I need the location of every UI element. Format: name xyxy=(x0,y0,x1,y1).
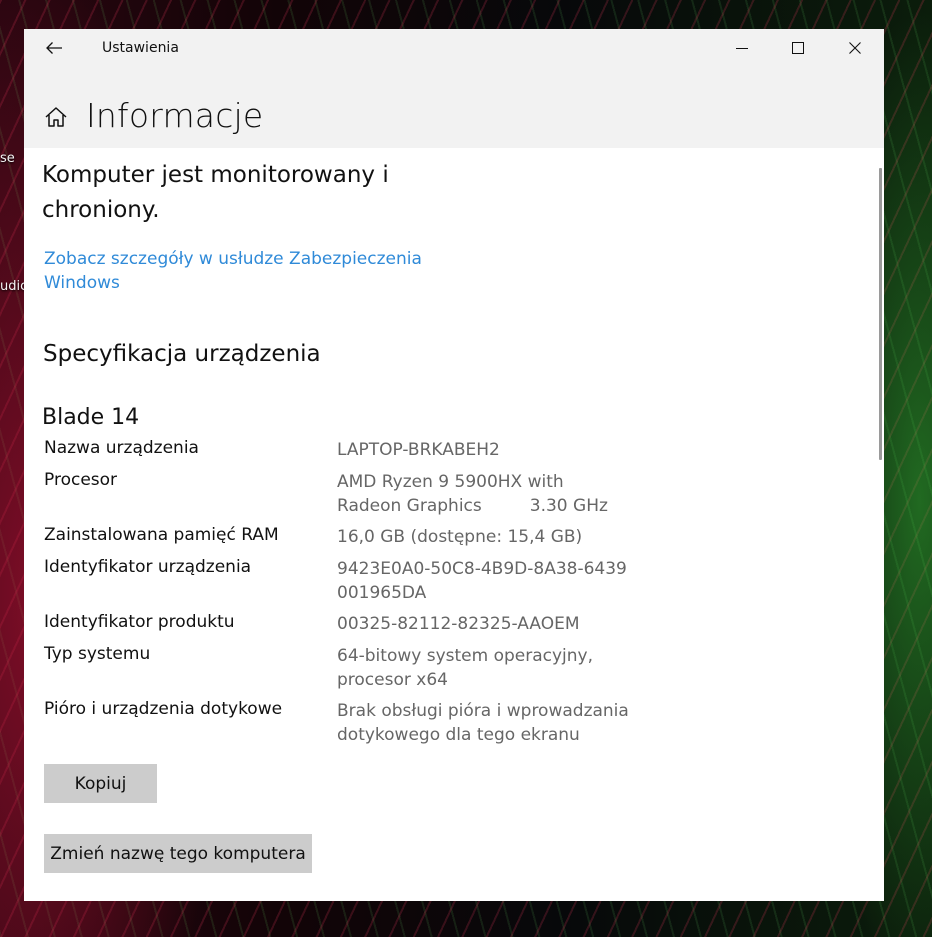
processor-name-line: Radeon Graphics xyxy=(337,496,482,516)
spec-label: Typ systemu xyxy=(44,644,151,664)
link-line[interactable]: Zobacz szczegóły w usłudze Zabezpieczeni… xyxy=(44,247,424,271)
processor-speed: 3.30 GHz xyxy=(529,496,608,516)
page-title: Informacje xyxy=(86,96,264,135)
spec-label: Zainstalowana pamięć RAM xyxy=(44,525,279,545)
maximize-button[interactable] xyxy=(770,29,826,67)
spec-label: Nazwa urządzenia xyxy=(44,438,199,458)
desktop-icon-label[interactable]: se xyxy=(0,151,15,166)
spec-value-line: dotykowego dla tego ekranu xyxy=(337,725,580,745)
security-status: Komputer jest monitorowany i chroniony. xyxy=(42,158,422,228)
maximize-icon xyxy=(792,42,804,54)
spec-value-line: AMD Ryzen 9 5900HX with xyxy=(337,472,564,492)
home-icon[interactable] xyxy=(44,105,68,134)
back-button[interactable] xyxy=(34,32,74,64)
minimize-icon xyxy=(736,48,748,49)
spec-value-line: 64-bitowy system operacyjny, xyxy=(337,646,594,666)
spec-value[interactable]: LAPTOP-BRKABEH2 xyxy=(337,438,637,462)
app-title: Ustawienia xyxy=(102,40,179,56)
spec-label: Procesor xyxy=(44,470,118,490)
spec-value-line: 9423E0A0-50C8-4B9D-8A38-6439 xyxy=(337,559,627,579)
close-button[interactable] xyxy=(827,29,883,67)
spec-value[interactable]: 64-bitowy system operacyjny, procesor x6… xyxy=(337,644,637,692)
security-status-line: Komputer jest monitorowany i xyxy=(42,162,389,188)
close-icon xyxy=(849,42,861,54)
content-area[interactable]: Komputer jest monitorowany i chroniony. … xyxy=(24,148,884,901)
spec-label: Pióro i urządzenia dotykowe xyxy=(44,699,283,719)
minimize-button[interactable] xyxy=(714,29,770,67)
section-title-specs: Specyfikacja urządzenia xyxy=(43,341,321,367)
spec-label: Identyfikator produktu xyxy=(44,612,235,632)
spec-value-line: procesor x64 xyxy=(337,670,448,690)
device-model: Blade 14 xyxy=(42,405,140,430)
spec-value-line: 001965DA xyxy=(337,583,427,603)
link-line[interactable]: Windows xyxy=(44,271,424,295)
security-details-link[interactable]: Zobacz szczegóły w usłudze Zabezpieczeni… xyxy=(44,247,424,295)
copy-button[interactable]: Kopiuj xyxy=(44,764,157,803)
security-status-line: chroniony. xyxy=(42,197,160,223)
spec-value-line: Brak obsługi pióra i wprowadzania xyxy=(337,701,629,721)
spec-value-line: Radeon Graphics 3.30 GHz xyxy=(337,494,637,518)
rename-pc-button[interactable]: Zmień nazwę tego komputera xyxy=(44,834,312,873)
spec-value-line: 00325-82112-82325-AAOEM xyxy=(337,614,580,634)
spec-value-line: 16,0 GB (dostępne: 15,4 GB) xyxy=(337,527,583,547)
spec-value-line: LAPTOP-BRKABEH2 xyxy=(337,440,500,460)
spec-value[interactable]: 16,0 GB (dostępne: 15,4 GB) xyxy=(337,525,637,549)
settings-window: Ustawienia Informacje Komputer jest moni… xyxy=(24,29,884,901)
title-bar: Ustawienia xyxy=(24,29,884,67)
arrow-left-icon xyxy=(46,42,62,54)
scrollbar[interactable] xyxy=(879,168,882,460)
spec-value[interactable]: AMD Ryzen 9 5900HX with Radeon Graphics 3… xyxy=(337,470,637,518)
spec-value[interactable]: 00325-82112-82325-AAOEM xyxy=(337,612,637,636)
spec-value[interactable]: 9423E0A0-50C8-4B9D-8A38-6439 001965DA xyxy=(337,557,637,605)
page-header: Informacje xyxy=(24,67,884,148)
spec-label: Identyfikator urządzenia xyxy=(44,557,252,577)
spec-value[interactable]: Brak obsługi pióra i wprowadzania dotyko… xyxy=(337,699,637,747)
